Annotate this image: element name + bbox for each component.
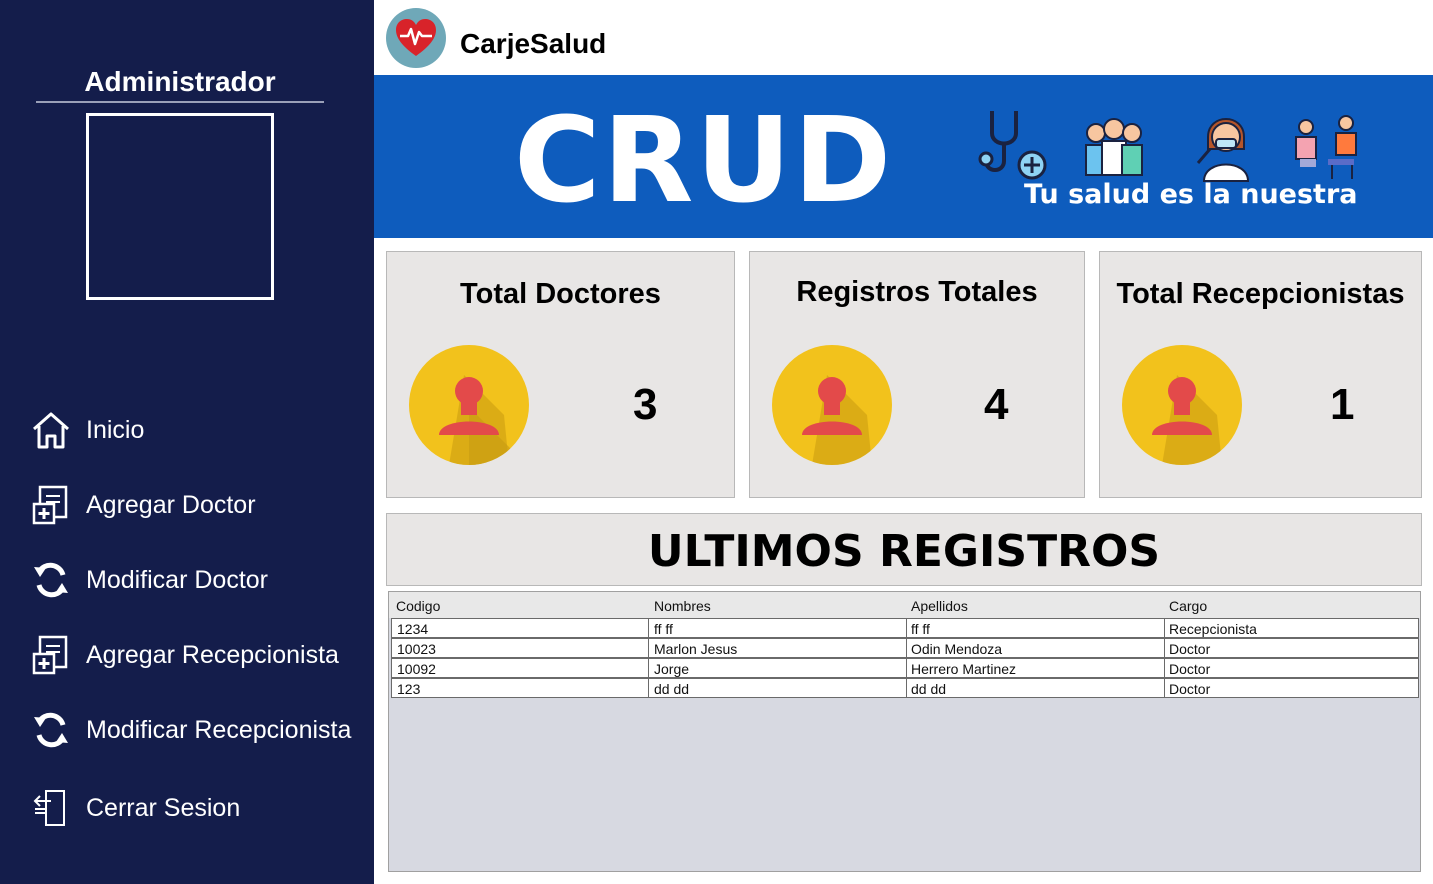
nav-inicio[interactable]: Inicio	[28, 406, 368, 454]
stat-value: 4	[984, 380, 1009, 429]
column-divider	[906, 659, 907, 677]
column-header-cargo[interactable]: Cargo	[1169, 598, 1207, 614]
column-header-nombres[interactable]: Nombres	[654, 598, 711, 614]
stethoscope-icon	[972, 103, 1052, 183]
nav-label: Modificar Recepcionista	[86, 715, 352, 744]
top-bar: CarjeSalud	[374, 0, 1433, 75]
recent-records-title: ULTIMOS REGISTROS	[647, 526, 1161, 577]
table-row[interactable]: 123 dd dd dd dd Doctor	[391, 678, 1419, 698]
banner: CRUD Tu salud es la nuestra	[374, 75, 1433, 238]
table-cell: 1234	[397, 621, 429, 637]
table-row[interactable]: 10092 Jorge Herrero Martinez Doctor	[391, 658, 1419, 678]
column-divider	[1164, 619, 1165, 637]
records-table[interactable]: Codigo Nombres Apellidos Cargo 1234 ff f…	[388, 591, 1421, 872]
stat-value: 1	[1330, 380, 1355, 429]
column-header-codigo[interactable]: Codigo	[396, 598, 440, 614]
home-icon	[28, 407, 74, 453]
nav-modificar-recepcionista[interactable]: Modificar Recepcionista	[28, 706, 368, 754]
stat-title: Registros Totales	[796, 276, 1038, 308]
table-cell: ff ff	[911, 621, 930, 637]
brand-name: CarjeSalud	[460, 28, 607, 59]
heart-logo-icon	[386, 8, 446, 68]
column-divider	[648, 679, 649, 697]
table-cell: Doctor	[1169, 661, 1211, 677]
table-cell: 10092	[397, 661, 436, 677]
column-divider	[906, 619, 907, 637]
table-cell: Doctor	[1169, 681, 1211, 697]
divider	[36, 101, 324, 103]
refresh-icon	[28, 707, 74, 753]
nurse-icon	[1186, 103, 1266, 183]
user-icon	[409, 345, 529, 465]
table-cell: 123	[397, 681, 421, 697]
table-header: Codigo Nombres Apellidos Cargo	[389, 592, 1420, 618]
user-icon	[772, 345, 892, 465]
table-cell: Marlon Jesus	[654, 641, 738, 657]
column-divider	[1164, 679, 1165, 697]
table-cell: Recepcionista	[1169, 621, 1257, 637]
nav-agregar-doctor[interactable]: Agregar Doctor	[28, 481, 368, 529]
table-cell: dd dd	[654, 681, 690, 697]
banner-tagline: Tu salud es la nuestra	[1024, 179, 1358, 210]
logout-icon	[28, 785, 74, 831]
table-row[interactable]: 1234 ff ff ff ff Recepcionista	[391, 618, 1419, 638]
column-header-apellidos[interactable]: Apellidos	[911, 598, 968, 614]
table-cell: Doctor	[1169, 641, 1211, 657]
consultation-icon	[1286, 103, 1366, 183]
stat-title: Total Doctores	[460, 278, 661, 310]
doctors-team-icon	[1074, 103, 1154, 183]
stat-title: Total Recepcionistas	[1116, 278, 1405, 310]
column-divider	[906, 679, 907, 697]
column-divider	[906, 639, 907, 657]
table-cell: ff ff	[654, 621, 673, 637]
banner-title: CRUD	[514, 91, 894, 229]
column-divider	[1164, 639, 1165, 657]
add-doctor-icon	[28, 482, 74, 528]
table-cell: Odin Mendoza	[911, 641, 1003, 657]
nav-label: Agregar Recepcionista	[86, 640, 339, 669]
nav-label: Cerrar Sesion	[86, 793, 241, 822]
user-icon	[1122, 345, 1242, 465]
stat-card-recepcionistas: Total Recepcionistas 1	[1099, 251, 1422, 498]
sidebar: Administrador Inicio Agregar Doctor Modi…	[0, 0, 374, 884]
column-divider	[1164, 659, 1165, 677]
column-divider	[648, 639, 649, 657]
table-cell: 10023	[397, 641, 436, 657]
table-cell: Herrero Martinez	[911, 661, 1017, 677]
nav-label: Modificar Doctor	[86, 565, 268, 594]
nav-cerrar-sesion[interactable]: Cerrar Sesion	[28, 784, 368, 832]
stat-card-registros: Registros Totales 4	[749, 251, 1085, 498]
add-receptionist-icon	[28, 632, 74, 678]
column-divider	[648, 619, 649, 637]
nav-label: Agregar Doctor	[86, 490, 256, 519]
nav-label: Inicio	[86, 415, 145, 444]
recent-records-header: ULTIMOS REGISTROS	[386, 513, 1422, 586]
nav-modificar-doctor[interactable]: Modificar Doctor	[28, 556, 368, 604]
table-cell: Jorge	[654, 661, 690, 677]
table-cell: dd dd	[911, 681, 947, 697]
stat-card-doctores: Total Doctores 3	[386, 251, 735, 498]
profile-photo-frame	[86, 113, 274, 300]
nav-agregar-recepcionista[interactable]: Agregar Recepcionista	[28, 631, 368, 679]
refresh-icon	[28, 557, 74, 603]
column-divider	[648, 659, 649, 677]
admin-title: Administrador	[84, 66, 276, 97]
table-row[interactable]: 10023 Marlon Jesus Odin Mendoza Doctor	[391, 638, 1419, 658]
stat-value: 3	[633, 380, 658, 429]
